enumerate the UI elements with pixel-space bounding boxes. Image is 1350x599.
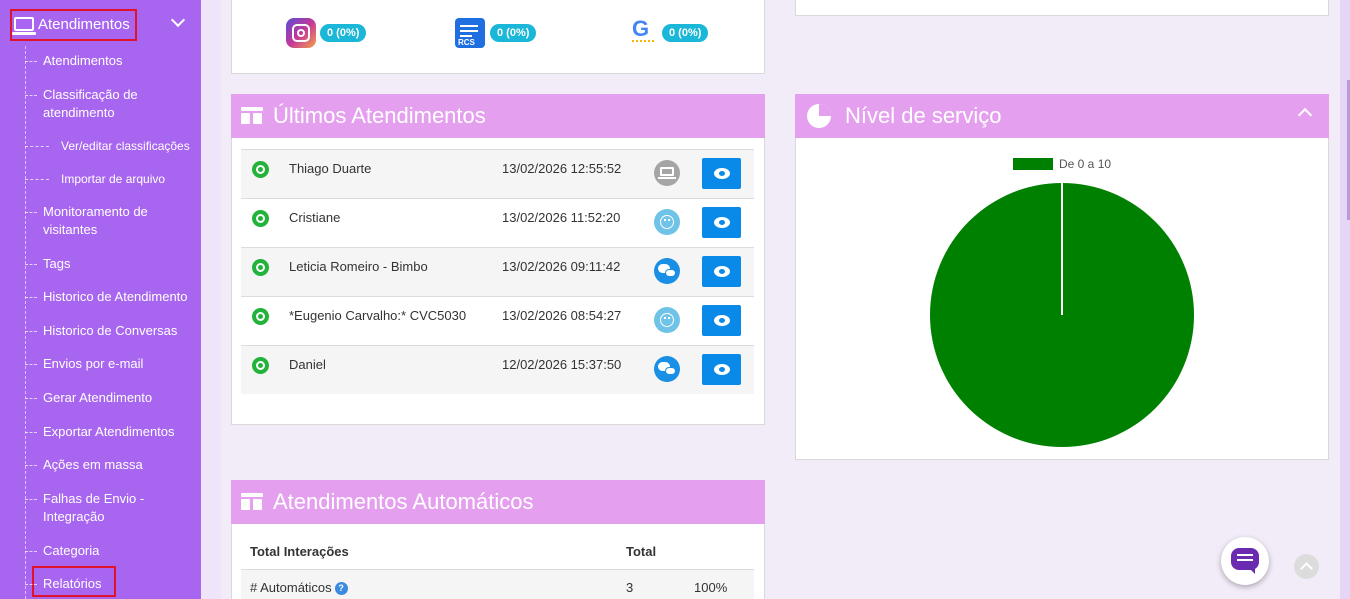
chevron-up-icon[interactable] (1297, 107, 1313, 123)
view-button[interactable] (702, 354, 741, 385)
contact-date: 13/02/2026 12:55:52 (502, 161, 622, 176)
google-badge: 0 (0%) (662, 24, 709, 42)
contact-name: Daniel (289, 357, 326, 372)
contact-name: Cristiane (289, 210, 341, 225)
sidebar-item-relatorios[interactable]: Relatórios (25, 575, 201, 593)
scroll-to-top-button[interactable] (1294, 554, 1319, 579)
sidebar-item-acoes-massa[interactable]: Ações em massa (25, 456, 201, 474)
table-row[interactable]: Leticia Romeiro - Bimbo 13/02/2026 09:11… (241, 247, 754, 296)
pie-slices (930, 183, 1194, 447)
whatsapp-icon (252, 308, 269, 325)
sidebar-item-monitoramento[interactable]: Monitoramento de visitantes (25, 203, 201, 239)
chevron-down-icon[interactable] (172, 15, 186, 29)
chat-bubbles-icon (654, 356, 680, 382)
eye-icon (714, 315, 730, 326)
rcs-badge: 0 (0%) (490, 24, 537, 42)
eye-icon (714, 266, 730, 277)
rcs-icon: RCS (455, 18, 485, 48)
whatsapp-icon (252, 259, 269, 276)
view-button[interactable] (702, 305, 741, 336)
sidebar-item-atendimentos[interactable]: Atendimentos (25, 52, 201, 70)
pie-chart-icon (807, 104, 831, 128)
column-header: Total Interações (250, 544, 349, 559)
table-row[interactable]: Cristiane 13/02/2026 11:52:20 (241, 198, 754, 247)
eye-icon (714, 217, 730, 228)
channels-panel: 0 (0%) RCS 0 (0%) G 0 (0%) (231, 0, 765, 74)
sidebar-item-exportar-atendimentos[interactable]: Exportar Atendimentos (25, 423, 201, 441)
contact-date: 13/02/2026 11:52:20 (502, 210, 621, 225)
chart-legend: De 0 a 10 (1013, 157, 1111, 171)
sidebar-item-envios-email[interactable]: Envios por e-mail (25, 355, 201, 373)
chat-bubbles-icon (654, 258, 680, 284)
view-button[interactable] (702, 207, 741, 238)
sidebar-item-gerar-atendimento[interactable]: Gerar Atendimento (25, 389, 201, 407)
sidebar-item-importar-arquivo[interactable]: Importar de arquivo (25, 170, 201, 188)
row-total: 3 (626, 580, 634, 595)
sidebar-item-historico-conversas[interactable]: Historico de Conversas (25, 322, 201, 340)
service-level-chart: De 0 a 10 (930, 157, 1194, 447)
sidebar: Atendimentos Atendimentos Classificação … (0, 0, 201, 599)
contact-date: 12/02/2026 15:37:50 (502, 357, 622, 372)
whatsapp-icon (252, 161, 269, 178)
chat-icon (1231, 548, 1259, 574)
sidebar-header-label: Atendimentos (38, 16, 130, 33)
table-row[interactable]: *Eugenio Carvalho:* CVC5030 13/02/2026 0… (241, 296, 754, 345)
laptop-icon (654, 160, 680, 186)
sidebar-item-categoria[interactable]: Categoria (25, 542, 201, 560)
google-icon: G (630, 16, 660, 46)
contact-name: Leticia Romeiro - Bimbo (289, 259, 428, 274)
view-button[interactable] (702, 256, 741, 287)
panel-title: Nível de serviço (845, 103, 1002, 128)
sidebar-item-tags[interactable]: Tags (25, 255, 201, 273)
panel-title: Últimos Atendimentos (273, 103, 486, 128)
sidebar-item-ver-editar-classificacoes[interactable]: Ver/editar classificações (25, 137, 201, 155)
ultimos-atendimentos-header: Últimos Atendimentos (231, 94, 765, 138)
legend-swatch (1013, 158, 1053, 170)
panel-title: Atendimentos Automáticos (273, 489, 534, 514)
sad-face-icon (654, 307, 680, 333)
whatsapp-icon (252, 357, 269, 374)
contact-name: Thiago Duarte (289, 161, 372, 176)
contact-date: 13/02/2026 09:11:42 (502, 259, 621, 274)
eye-icon (714, 168, 730, 179)
grid-icon (241, 107, 263, 125)
contact-date: 13/02/2026 08:54:27 (502, 308, 622, 323)
column-header: Total (626, 544, 657, 559)
sidebar-item-historico-atendimento[interactable]: Historico de Atendimento (25, 288, 201, 306)
row-percent: 100% (694, 580, 728, 595)
row-label: # Automáticos? (250, 580, 348, 596)
sidebar-item-classificacao[interactable]: Classificação de atendimento (25, 86, 201, 122)
grid-icon (241, 493, 263, 511)
instagram-badge: 0 (0%) (320, 24, 367, 42)
table-row[interactable]: Daniel 12/02/2026 15:37:50 (241, 345, 754, 394)
top-right-panel (795, 0, 1329, 16)
monitor-icon (12, 17, 36, 35)
atendimentos-automaticos-header: Atendimentos Automáticos (231, 480, 765, 524)
whatsapp-icon (252, 210, 269, 227)
sidebar-header[interactable]: Atendimentos (0, 0, 201, 46)
help-icon[interactable]: ? (334, 582, 348, 596)
instagram-icon (286, 18, 316, 48)
content-gutter (201, 0, 221, 599)
table-row[interactable]: Thiago Duarte 13/02/2026 12:55:52 (241, 149, 754, 198)
sidebar-item-falhas-envio[interactable]: Falhas de Envio - Integração (25, 490, 201, 526)
nivel-servico-header: Nível de serviço (795, 94, 1329, 138)
contact-name: *Eugenio Carvalho:* CVC5030 (289, 308, 467, 323)
sad-face-icon (654, 209, 680, 235)
eye-icon (714, 364, 730, 375)
chat-widget-button[interactable] (1221, 537, 1269, 585)
view-button[interactable] (702, 158, 741, 189)
legend-label: De 0 a 10 (1059, 157, 1111, 171)
